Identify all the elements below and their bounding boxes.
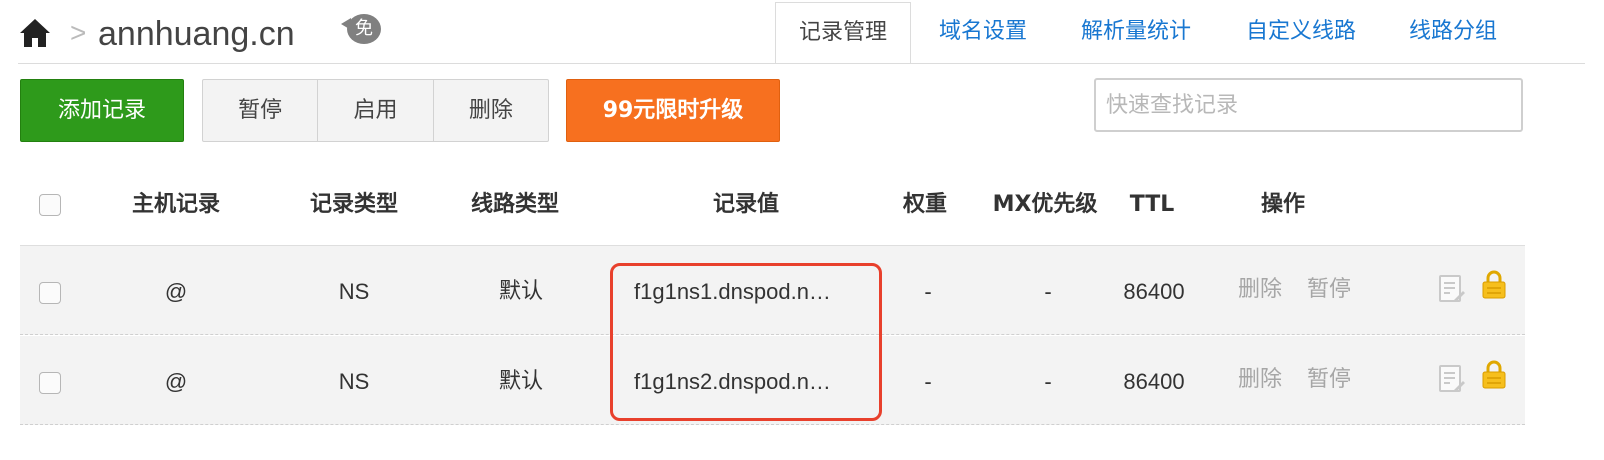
free-plan-badge: 免 [341,14,381,44]
enable-button[interactable]: 启用 [317,80,432,141]
lock-icon[interactable] [1480,270,1508,300]
column-header-weight: 权重 [902,192,947,217]
row-checkbox[interactable] [39,372,61,394]
lock-icon[interactable] [1480,360,1508,390]
type-cell: NS [338,369,370,394]
weight-cell: - [924,279,932,304]
row-pause-link[interactable]: 暂停 [1307,275,1351,305]
tab-line-groups[interactable]: 线路分组 [1392,2,1514,64]
line-cell: 默认 [498,369,543,394]
record-value-highlight [610,263,882,421]
row-delete-link[interactable]: 删除 [1238,365,1282,395]
row-delete-link[interactable]: 删除 [1238,275,1282,305]
domain-title: annhuang.cn [98,15,295,53]
upgrade-button[interactable]: 99元限时升级 [566,79,780,142]
mx-priority-cell: - [1044,279,1052,304]
home-icon[interactable] [18,16,52,50]
tab-query-statistics[interactable]: 解析量统计 [1064,2,1208,64]
tab-record-management[interactable]: 记录管理 [775,2,911,64]
delete-button[interactable]: 删除 [432,80,548,141]
remark-icon[interactable] [1438,274,1466,304]
weight-cell: - [924,369,932,394]
host-cell: @ [164,369,188,394]
column-header-mx-priority: MX优先级 [992,192,1098,217]
host-cell: @ [164,279,188,304]
add-record-button[interactable]: 添加记录 [20,79,184,142]
column-header-line: 线路类型 [470,192,559,217]
column-header-type: 记录类型 [309,192,398,217]
tab-custom-lines[interactable]: 自定义线路 [1229,2,1373,64]
mx-priority-cell: - [1044,369,1052,394]
row-checkbox[interactable] [39,282,61,304]
bulk-action-group: 暂停 启用 删除 [202,79,549,142]
search-input[interactable] [1094,78,1523,132]
column-header-value: 记录值 [712,192,779,217]
row-pause-link[interactable]: 暂停 [1307,365,1351,395]
tab-domain-settings[interactable]: 域名设置 [922,2,1044,64]
ttl-cell: 86400 [1123,279,1185,304]
column-header-actions: 操作 [1260,192,1305,217]
select-all-checkbox[interactable] [39,194,61,216]
column-header-ttl: TTL [1129,192,1175,217]
remark-icon[interactable] [1438,364,1466,394]
line-cell: 默认 [498,279,543,304]
header-divider [18,63,1585,64]
column-header-host: 主机记录 [131,192,220,217]
type-cell: NS [338,279,370,304]
breadcrumb-separator: > [70,17,87,48]
pause-button[interactable]: 暂停 [203,80,317,141]
ttl-cell: 86400 [1123,369,1185,394]
